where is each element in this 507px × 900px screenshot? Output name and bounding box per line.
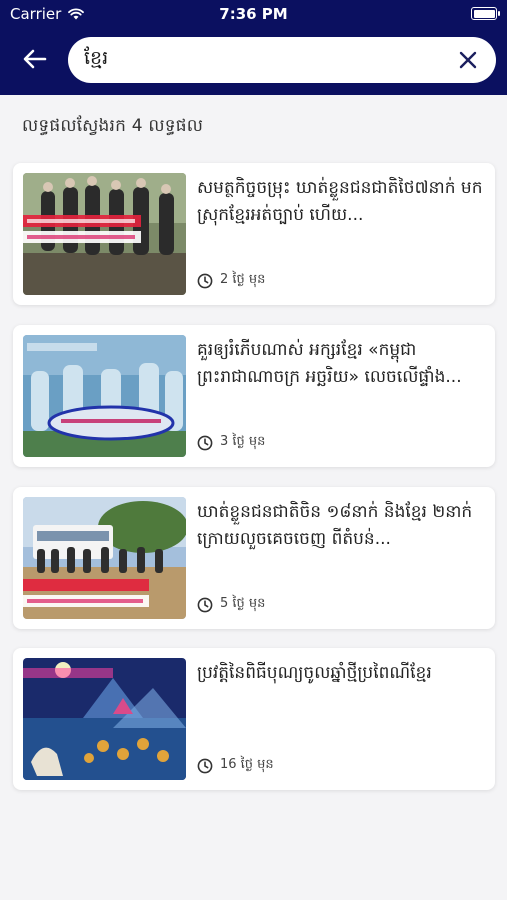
result-thumbnail [23, 497, 186, 619]
result-title: គួរឲ្យរំភើបណាស់ អក្សរខ្មែរ «កម្ពុជា ព្រះ… [197, 340, 462, 387]
result-card[interactable]: ប្រវត្តិនៃពិធីបុណ្យចូលឆ្នាំថ្មីប្រពៃណីខ្… [13, 648, 495, 790]
clock-icon [197, 758, 213, 773]
status-time: 7:36 PM [219, 5, 288, 23]
search-bar [68, 37, 496, 83]
status-bar: Carrier 7:36 PM [0, 0, 507, 28]
result-card[interactable]: ឃាត់ខ្លួនជនជាតិចិន ១៨នាក់ និងខ្មែរ ២នាក់… [13, 487, 495, 629]
result-time-label: 16 ថ្ងៃ មុន [220, 757, 274, 772]
result-time: 3 ថ្ងៃ មុន [197, 433, 265, 452]
clock-icon [197, 435, 213, 450]
result-time-label: 5 ថ្ងៃ មុន [220, 596, 266, 611]
back-button[interactable] [18, 44, 52, 74]
result-time: 2 ថ្ងៃ មុន [197, 271, 265, 290]
close-icon [459, 51, 477, 69]
result-card[interactable]: សមត្ថកិច្ចចម្រុះ ឃាត់ខ្លួនជនជាតិថៃ៧នាក់ … [13, 163, 495, 305]
result-time-label: 2 ថ្ងៃ មុន [220, 272, 266, 287]
result-card[interactable]: គួរឲ្យរំភើបណាស់ អក្សរខ្មែរ «កម្ពុជា ព្រះ… [13, 325, 495, 467]
battery-icon [471, 7, 500, 20]
app-header: Carrier 7:36 PM [0, 0, 507, 95]
clear-search-button[interactable] [458, 50, 478, 70]
results-count-label: លទ្ធផលស្វែងរក 4 លទ្ធផល [22, 116, 204, 136]
arrow-left-icon [23, 49, 47, 69]
result-title: សមត្ថកិច្ចចម្រុះ ឃាត់ខ្លួនជនជាតិថៃ៧នាក់ … [197, 178, 483, 225]
result-time: 5 ថ្ងៃ មុន [197, 595, 265, 614]
result-thumbnail [23, 173, 186, 295]
result-time-label: 3 ថ្ងៃ មុន [220, 434, 266, 449]
result-time: 16 ថ្ងៃ មុន [197, 756, 274, 775]
clock-icon [197, 273, 213, 288]
search-input[interactable] [84, 45, 444, 75]
result-thumbnail [23, 335, 186, 457]
clock-icon [197, 597, 213, 612]
result-title: ប្រវត្តិនៃពិធីបុណ្យចូលឆ្នាំថ្មីប្រពៃណីខ្… [197, 663, 432, 683]
result-title: ឃាត់ខ្លួនជនជាតិចិន ១៨នាក់ និងខ្មែរ ២នាក់… [197, 502, 473, 549]
result-thumbnail [23, 658, 186, 780]
